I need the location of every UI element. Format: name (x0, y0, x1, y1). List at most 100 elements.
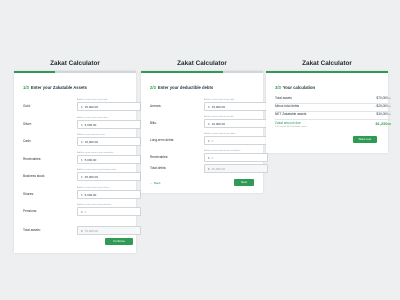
amount-value: 0 (211, 156, 214, 160)
currency-symbol: $ (208, 139, 210, 143)
summary-row-net-assets: NET Zakatable assets $30,000.00 (275, 112, 391, 116)
summary-value: $70,000 (376, 96, 388, 100)
amount-input[interactable]: $0 (204, 136, 268, 145)
step-number: 1/3 (23, 85, 29, 90)
back-link[interactable]: ← Back (150, 181, 161, 185)
field-row: Cash: Add the current amount of cash $15,0… (23, 134, 141, 148)
field-label: Business stock: (23, 174, 46, 178)
field-label: Bills: (150, 121, 157, 125)
field-label: Arrears: (150, 104, 162, 108)
amount-input[interactable]: $10,000.00 (204, 119, 268, 128)
amount-value: 15,000.00 (84, 140, 99, 144)
field-label: Silver: (23, 121, 32, 126)
field-hint: Add the current value of your receivable… (204, 150, 241, 152)
amount-input[interactable]: $0 (77, 207, 141, 216)
amount-input[interactable]: $15,000.00 (77, 102, 141, 111)
field-row: Pensions: Add the current value of your p… (23, 204, 141, 218)
step-number: 2/3 (150, 85, 156, 90)
amount-value: 5,000.00 (84, 192, 97, 197)
field-label: Receivables: (23, 156, 42, 161)
total-value: 70,000.00 (84, 229, 99, 233)
summary-value: $30,000 (376, 112, 388, 116)
amount-value: 25,000.00 (84, 175, 99, 179)
step-title: 3/3 Your calculation (275, 85, 315, 90)
summary-label: Minus total debts (275, 104, 300, 108)
amount-input[interactable]: $5,000.00 (77, 119, 141, 129)
total-assets-field: $70,000.00 (77, 226, 141, 235)
currency-symbol: $ (81, 210, 83, 214)
assets-panel: Zakat Calculator 1/3 Enter your Zakatable… (14, 60, 141, 253)
continue-button[interactable]: Continue (105, 238, 133, 245)
field-hint: Add the current value of your shares (77, 186, 110, 189)
arrow-left-icon: ← (150, 181, 153, 185)
summary-cents: .00 (387, 114, 391, 116)
field-row: Silver: Add the current value of your sil… (23, 117, 141, 131)
amount-value: 5,000.00 (84, 122, 97, 127)
currency-symbol: $ (81, 229, 83, 233)
field-label: Pensions: (23, 209, 37, 213)
zakat-due-value: $1,250 (375, 121, 388, 126)
field-label: Shares: (23, 191, 34, 196)
amount-input[interactable]: $5,000.00 (77, 154, 141, 164)
zakat-due-hint: 2.5% of your NET Zakatable assets (275, 126, 307, 128)
step-label: Enter your deductible debts (157, 85, 214, 90)
currency-symbol: $ (208, 105, 210, 109)
step-number: 3/3 (275, 85, 281, 90)
currency-symbol: $ (81, 192, 83, 197)
next-button[interactable]: Next (234, 179, 254, 186)
field-row: Long-term debts: Add the current value of… (150, 133, 268, 147)
field-hint: Add the current value of your debts (204, 133, 236, 135)
field-row: Arrears: Add the current value of your de… (150, 99, 268, 113)
back-label: Back (153, 181, 161, 185)
amount-input[interactable]: $15,000.00 (77, 137, 141, 146)
start-over-button[interactable]: Start over (353, 136, 377, 143)
divider (275, 118, 391, 119)
zakat-due: Zakat amount due 2.5% of your NET Zakata… (275, 121, 391, 128)
summary-cents: .00 (387, 98, 391, 100)
zakat-due-cents: .00 (387, 123, 391, 126)
amount-value: 0 (84, 210, 87, 214)
summary-label: NET Zakatable assets (275, 112, 307, 116)
progress-bar (141, 71, 223, 73)
step-label: Your calculation (282, 85, 316, 90)
amount-input[interactable]: $25,000.00 (77, 172, 141, 181)
field-label: Total debts: (150, 166, 167, 170)
summary-value: - $25,000 (374, 104, 388, 108)
field-row: Bills: Add the current value of your bill… (150, 116, 268, 130)
field-label: Receivables: (150, 155, 169, 159)
summary-row-total-debts: Minus total debts - $25,000.00 (275, 104, 391, 108)
page-title: Zakat Calculator (50, 60, 100, 67)
field-hint: Add the current value of your gold (77, 99, 108, 101)
field-label: Cash: (23, 139, 32, 143)
total-value: 25,000.00 (211, 167, 226, 171)
field-hint: Add the current value of your business s… (77, 169, 117, 171)
field-row: Receivables: Add the current value of you… (23, 152, 141, 166)
amount-value: 15,000.00 (211, 105, 226, 109)
page-title: Zakat Calculator (302, 60, 352, 67)
field-hint: Add the current value of your debt (204, 99, 235, 101)
page-title: Zakat Calculator (177, 60, 227, 67)
assets-card: 1/3 Enter your Zakatable Assets Gold: Add … (14, 71, 141, 253)
currency-symbol: $ (208, 122, 210, 126)
amount-input[interactable]: $15,000.00 (204, 102, 268, 111)
currency-symbol: $ (208, 156, 210, 160)
currency-symbol: $ (81, 175, 83, 179)
currency-symbol: $ (81, 122, 83, 127)
field-label: Gold: (23, 104, 31, 108)
summary-label: Total assets (275, 96, 292, 100)
field-hint: Add the current amount of cash (77, 134, 105, 136)
progress-bar (14, 71, 55, 73)
amount-value: 15,000.00 (84, 105, 99, 109)
field-hint: Add the current value of your silver (77, 116, 108, 119)
divider (275, 102, 391, 103)
total-debts-row: Total debts: $25,000.00 (150, 161, 268, 175)
progress-bar (266, 71, 388, 73)
amount-input[interactable]: $5,000.00 (77, 189, 141, 199)
summary-row-total-assets: Total assets $70,000.00 (275, 96, 391, 100)
amount-value: 5,000.00 (84, 157, 97, 162)
amount-value: 10,000.00 (211, 122, 226, 126)
step-title: 2/3 Enter your deductible debts (150, 85, 213, 90)
debts-card: 2/3 Enter your deductible debts Arrears: A… (141, 71, 268, 193)
field-label: Total assets: (23, 228, 41, 232)
field-row: Shares: Add the current value of your sha… (23, 187, 141, 201)
